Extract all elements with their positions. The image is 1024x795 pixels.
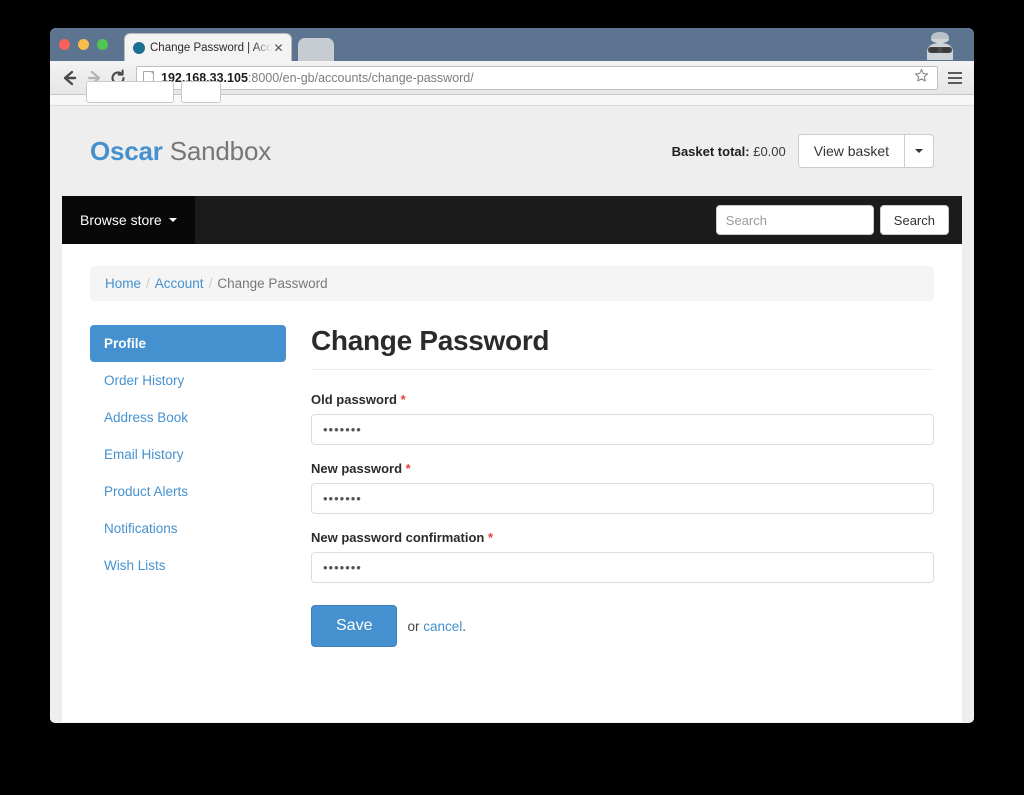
- period: .: [462, 618, 467, 634]
- new-password-confirmation-label: New password confirmation *: [311, 530, 934, 545]
- close-icon[interactable]: ✕: [272, 42, 285, 54]
- sidebar-item-profile[interactable]: Profile: [90, 325, 286, 362]
- browser-window: Change Password | Accoun ✕ 192.168.33.10…: [50, 28, 974, 723]
- browse-store-menu[interactable]: Browse store: [62, 196, 195, 244]
- basket-area: Basket total: £0.00 View basket: [672, 134, 934, 168]
- page-content: Home / Account / Change Password Profile Ord…: [62, 244, 962, 647]
- basket-total: Basket total: £0.00: [672, 144, 786, 159]
- breadcrumb-account[interactable]: Account: [155, 276, 204, 291]
- window-traffic-lights: [59, 39, 108, 50]
- cancel-link[interactable]: cancel: [423, 619, 462, 634]
- new-password-label: New password *: [311, 461, 934, 476]
- web-page-viewport: Oscar Sandbox Basket total: £0.00 View b…: [50, 106, 974, 722]
- old-password-label-text: Old password: [311, 392, 397, 407]
- save-button[interactable]: Save: [311, 605, 398, 647]
- search-input[interactable]: [715, 205, 874, 235]
- bookmark-item[interactable]: [86, 81, 174, 103]
- title-divider: [311, 369, 934, 370]
- back-icon[interactable]: [58, 66, 82, 90]
- basket-total-value: £0.00: [753, 143, 786, 159]
- close-window-button[interactable]: [59, 39, 70, 50]
- bookmark-star-icon[interactable]: [911, 68, 931, 88]
- page-title: Change Password: [311, 325, 550, 356]
- address-bar-url: 192.168.33.105:8000/en-gb/accounts/chang…: [161, 71, 911, 85]
- form-group-old-password: Old password *: [311, 392, 934, 445]
- form-group-new-password: New password *: [311, 461, 934, 514]
- new-password-input[interactable]: [311, 483, 934, 514]
- form-group-new-password-confirmation: New password confirmation *: [311, 530, 934, 583]
- cancel-text: or cancel.: [407, 619, 466, 634]
- site-navbar: Browse store Search: [62, 196, 962, 244]
- sidebar-item-product-alerts[interactable]: Product Alerts: [90, 473, 286, 510]
- sidebar-item-email-history[interactable]: Email History: [90, 436, 286, 473]
- address-bar-path: :8000/en-gb/accounts/change-password/: [247, 70, 474, 85]
- new-password-confirmation-input[interactable]: [311, 552, 934, 583]
- bookmark-item[interactable]: [181, 81, 221, 103]
- form-actions: Save or cancel.: [311, 605, 934, 647]
- view-basket-button[interactable]: View basket: [797, 134, 905, 168]
- page-container: Oscar Sandbox Basket total: £0.00 View b…: [62, 106, 962, 722]
- minimize-window-button[interactable]: [78, 39, 89, 50]
- site-logo[interactable]: Oscar Sandbox: [90, 136, 271, 167]
- or-label: or: [407, 618, 424, 634]
- maximize-window-button[interactable]: [97, 39, 108, 50]
- sidebar-item-order-history[interactable]: Order History: [90, 362, 286, 399]
- required-marker: *: [400, 392, 406, 407]
- sidebar-item-address-book[interactable]: Address Book: [90, 399, 286, 436]
- site-logo-secondary: Sandbox: [162, 135, 271, 166]
- browser-tab-title: Change Password | Accoun: [150, 41, 272, 54]
- browse-store-label: Browse store: [80, 212, 162, 228]
- required-marker: *: [488, 530, 494, 545]
- content-columns: Profile Order History Address Book Email…: [90, 325, 934, 647]
- old-password-label: Old password *: [311, 392, 934, 407]
- required-marker: *: [405, 461, 411, 476]
- chevron-down-icon: [168, 218, 177, 222]
- new-password-confirmation-label-text: New password confirmation: [311, 530, 485, 545]
- breadcrumb-home[interactable]: Home: [105, 276, 141, 291]
- sidebar-item-notifications[interactable]: Notifications: [90, 510, 286, 547]
- breadcrumb-separator: /: [208, 276, 213, 291]
- search-button[interactable]: Search: [879, 205, 949, 235]
- chevron-down-icon: [915, 149, 923, 153]
- change-password-form: Change Password Old password * New passw…: [311, 325, 934, 647]
- bookmark-bar: [50, 81, 974, 106]
- new-password-label-text: New password: [311, 461, 403, 476]
- sidebar-item-wish-lists[interactable]: Wish Lists: [90, 547, 286, 584]
- incognito-icon: [927, 32, 953, 60]
- breadcrumb-current: Change Password: [217, 276, 328, 291]
- site-logo-primary: Oscar: [90, 135, 163, 166]
- globe-icon: [133, 41, 145, 54]
- breadcrumb: Home / Account / Change Password: [90, 266, 934, 301]
- browser-menu-icon[interactable]: [944, 71, 966, 84]
- address-bar[interactable]: 192.168.33.105:8000/en-gb/accounts/chang…: [136, 65, 938, 90]
- browser-tab-strip: Change Password | Accoun ✕: [50, 28, 974, 61]
- search-form: Search: [715, 205, 949, 235]
- new-tab-button[interactable]: [298, 38, 334, 61]
- site-header: Oscar Sandbox Basket total: £0.00 View b…: [62, 106, 962, 196]
- browser-tab-active[interactable]: Change Password | Accoun ✕: [124, 33, 292, 61]
- basket-total-label: Basket total:: [671, 143, 750, 159]
- old-password-input[interactable]: [311, 414, 934, 445]
- basket-dropdown-toggle[interactable]: [905, 134, 934, 168]
- account-sidebar: Profile Order History Address Book Email…: [90, 325, 286, 647]
- view-basket-group: View basket: [797, 134, 934, 168]
- breadcrumb-separator: /: [146, 276, 150, 291]
